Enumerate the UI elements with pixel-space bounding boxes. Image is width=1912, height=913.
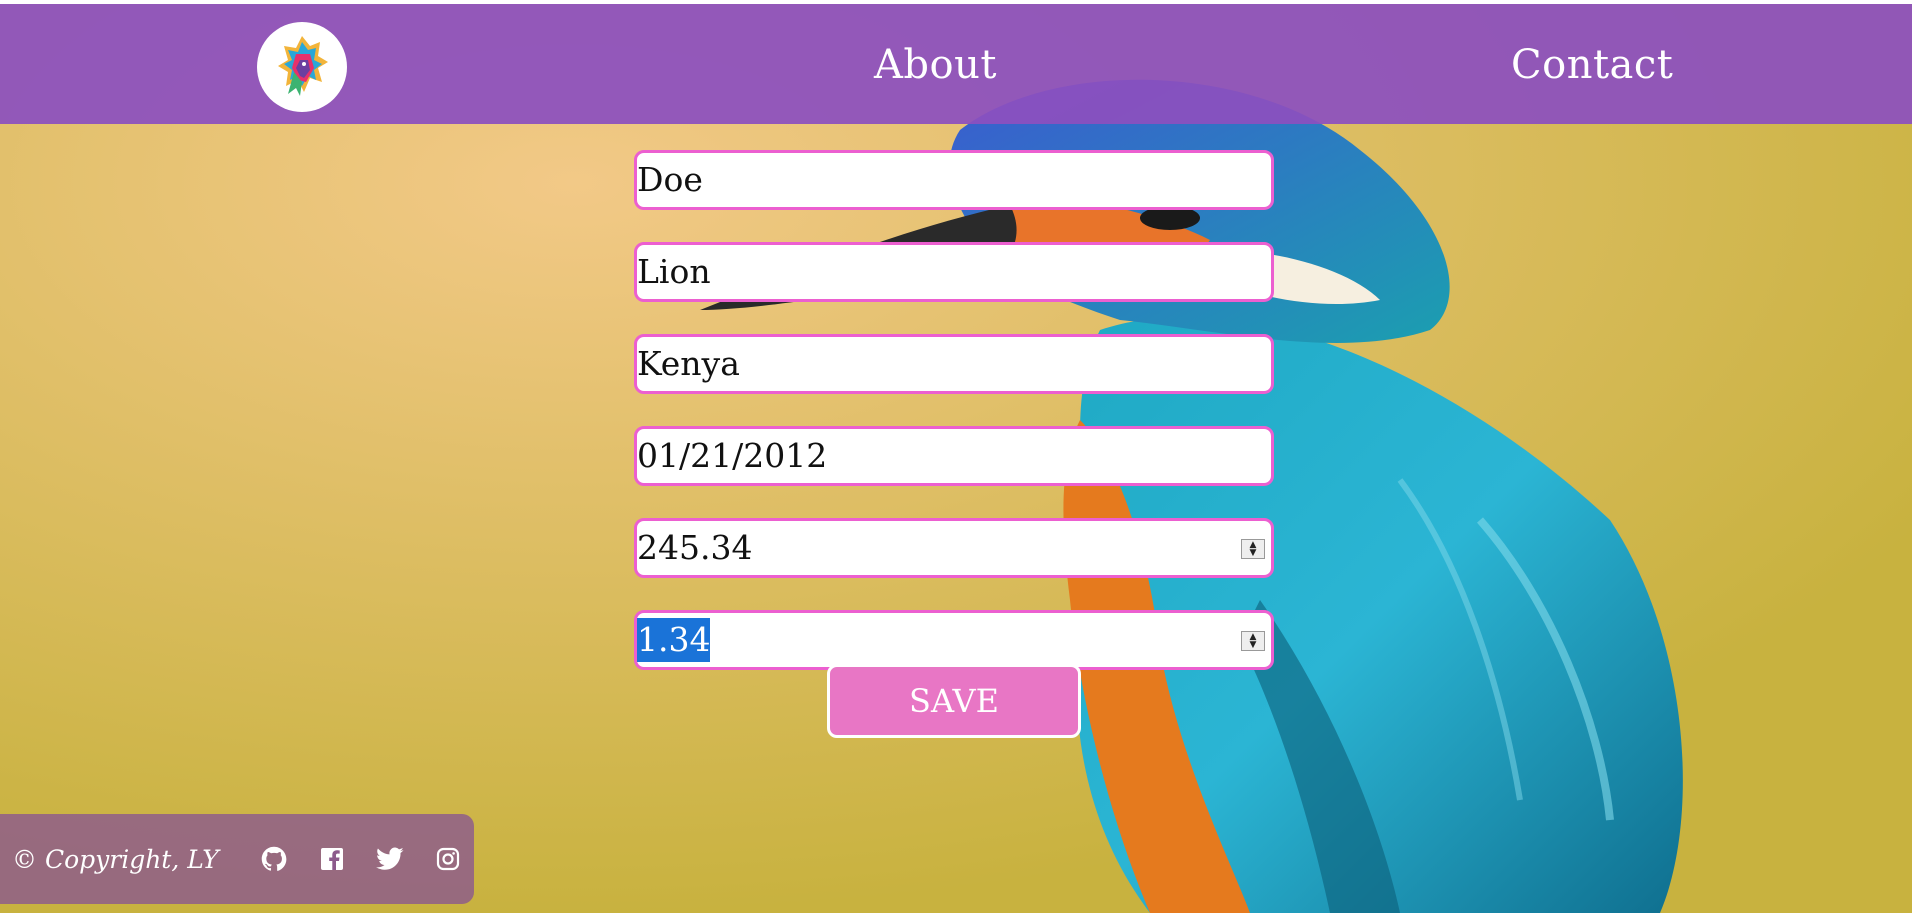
lion-logo-graphic	[278, 36, 328, 96]
country-value: Kenya	[637, 344, 740, 383]
entry-form: Doe Lion Kenya 01/21/2012 245.34 ▲ ▼ 1.34…	[634, 150, 1274, 702]
lion-logo-icon[interactable]	[257, 22, 347, 112]
date-field[interactable]: 01/21/2012	[634, 426, 1274, 486]
date-value: 01/21/2012	[637, 436, 828, 475]
country-field[interactable]: Kenya	[634, 334, 1274, 394]
amount-value: 245.34	[637, 528, 753, 567]
last-name-field[interactable]: Doe	[634, 150, 1274, 210]
twitter-icon[interactable]	[375, 841, 404, 877]
amount-number-field[interactable]: 245.34 ▲ ▼	[634, 518, 1274, 578]
animal-field[interactable]: Lion	[634, 242, 1274, 302]
copyright-text: © Copyright, LY	[12, 844, 219, 874]
rate-number-field[interactable]: 1.34 ▲ ▼	[634, 610, 1274, 670]
amount-spinner-icon[interactable]: ▲ ▼	[1241, 539, 1265, 559]
footer-bar: © Copyright, LY	[0, 814, 474, 904]
animal-value: Lion	[637, 252, 711, 291]
last-name-value: Doe	[637, 160, 703, 199]
rate-value-selected: 1.34	[637, 618, 711, 662]
instagram-icon[interactable]	[436, 841, 460, 877]
github-icon[interactable]	[260, 841, 288, 877]
header-bar: About Contact	[0, 4, 1912, 124]
page: About Contact Doe Lion Kenya 01/21/2012 …	[0, 0, 1912, 913]
save-button-wrapper: SAVE	[827, 664, 1081, 738]
nav-contact-link[interactable]: Contact	[1511, 42, 1673, 88]
rate-spinner-icon[interactable]: ▲ ▼	[1241, 631, 1265, 651]
save-button[interactable]: SAVE	[827, 664, 1081, 738]
facebook-icon[interactable]	[320, 841, 344, 877]
nav-about-link[interactable]: About	[874, 42, 997, 88]
